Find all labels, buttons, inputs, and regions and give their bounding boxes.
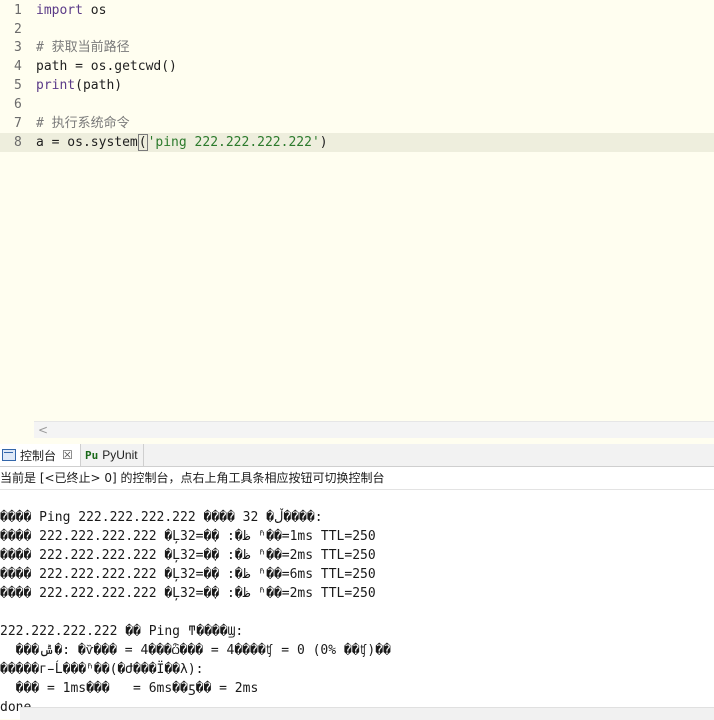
code-line[interactable]: 6 bbox=[0, 95, 714, 114]
tab-pyunit[interactable]: Pu PyUnit bbox=[81, 444, 144, 466]
console-output-line: ���� 222.222.222.222 �Ļظ�: �ֽ�=32 ʱ��=1m… bbox=[0, 529, 376, 544]
console-view[interactable]: 当前是 [<已终止> 0] 的控制台，点右上角工具条相应按钮可切换控制台 ���… bbox=[0, 467, 714, 719]
line-number: 7 bbox=[14, 116, 22, 131]
code-line[interactable]: 3 # 获取当前路径 bbox=[0, 38, 714, 57]
code-line[interactable]: 1 import os bbox=[0, 1, 714, 20]
code-line[interactable]: 7 # 执行系统命令 bbox=[0, 114, 714, 133]
line-number: 6 bbox=[14, 97, 22, 112]
line-number: 4 bbox=[14, 59, 22, 74]
console-icon bbox=[2, 449, 16, 461]
tab-console[interactable]: 控制台 ☒ bbox=[0, 444, 81, 466]
console-status: 当前是 [<已终止> 0] 的控制台，点右上角工具条相应按钮可切换控制台 bbox=[0, 467, 714, 490]
horizontal-scrollbar[interactable]: < bbox=[34, 421, 714, 438]
console-output-line: ���� 222.222.222.222 �Ļظ�: �ֽ�=32 ʱ��=6m… bbox=[0, 567, 376, 582]
view-tab-bar: 控制台 ☒ Pu PyUnit bbox=[0, 444, 714, 467]
scroll-left-icon[interactable]: < bbox=[38, 422, 48, 438]
console-output-line: 222.222.222.222 �� Ping ͳ����Ϣ: bbox=[0, 624, 244, 639]
line-number: 1 bbox=[14, 3, 22, 18]
code-text: a = os.system('ping 222.222.222.222') bbox=[36, 134, 328, 151]
tab-console-label: 控制台 bbox=[20, 448, 57, 463]
code-text: print(path) bbox=[36, 78, 123, 93]
close-icon[interactable]: ☒ bbox=[62, 448, 73, 462]
code-line[interactable]: 2 bbox=[0, 20, 714, 39]
line-number: 2 bbox=[14, 22, 22, 37]
code-text: path = os.getcwd() bbox=[36, 59, 177, 74]
code-comment: # 获取当前路径 bbox=[36, 40, 130, 55]
code-line[interactable]: 4 path = os.getcwd() bbox=[0, 57, 714, 76]
code-comment: # 执行系统命令 bbox=[36, 116, 130, 131]
code-text: import os bbox=[36, 3, 107, 18]
code-line-current[interactable]: 8 a = os.system('ping 222.222.222.222') bbox=[0, 133, 714, 152]
tab-pyunit-label: PyUnit bbox=[102, 448, 138, 462]
line-number: 8 bbox=[14, 135, 22, 150]
code-line[interactable]: 5 print(path) bbox=[0, 76, 714, 95]
console-output-line: ���ݰ�: �ѷ��� = 4���ѽ��� = 4����ʧ = 0 (0%… bbox=[0, 643, 391, 658]
line-number: 5 bbox=[14, 78, 22, 93]
console-output-line: ��� = 1ms��� = 6ms��ƽ�� = 2ms bbox=[0, 681, 259, 696]
code-editor[interactable]: 1 import os 2 3 # 获取当前路径 4 path = os.get… bbox=[0, 0, 714, 420]
pyunit-icon: Pu bbox=[85, 448, 99, 462]
line-number: 3 bbox=[14, 40, 22, 55]
console-horizontal-scrollbar[interactable] bbox=[20, 707, 714, 720]
console-output-line: �����г̵Ĺ���ʱ��(�Ժ���Ϊ��λ): bbox=[0, 662, 204, 677]
console-output-line: ���� 222.222.222.222 �Ļظ�: �ֽ�=32 ʱ��=2m… bbox=[0, 548, 376, 563]
console-output-line: ���� Ping 222.222.222.222 ���� 32 �ֽڵ���… bbox=[0, 510, 323, 525]
console-output-line: ���� 222.222.222.222 �Ļظ�: �ֽ�=32 ʱ��=2m… bbox=[0, 586, 376, 601]
